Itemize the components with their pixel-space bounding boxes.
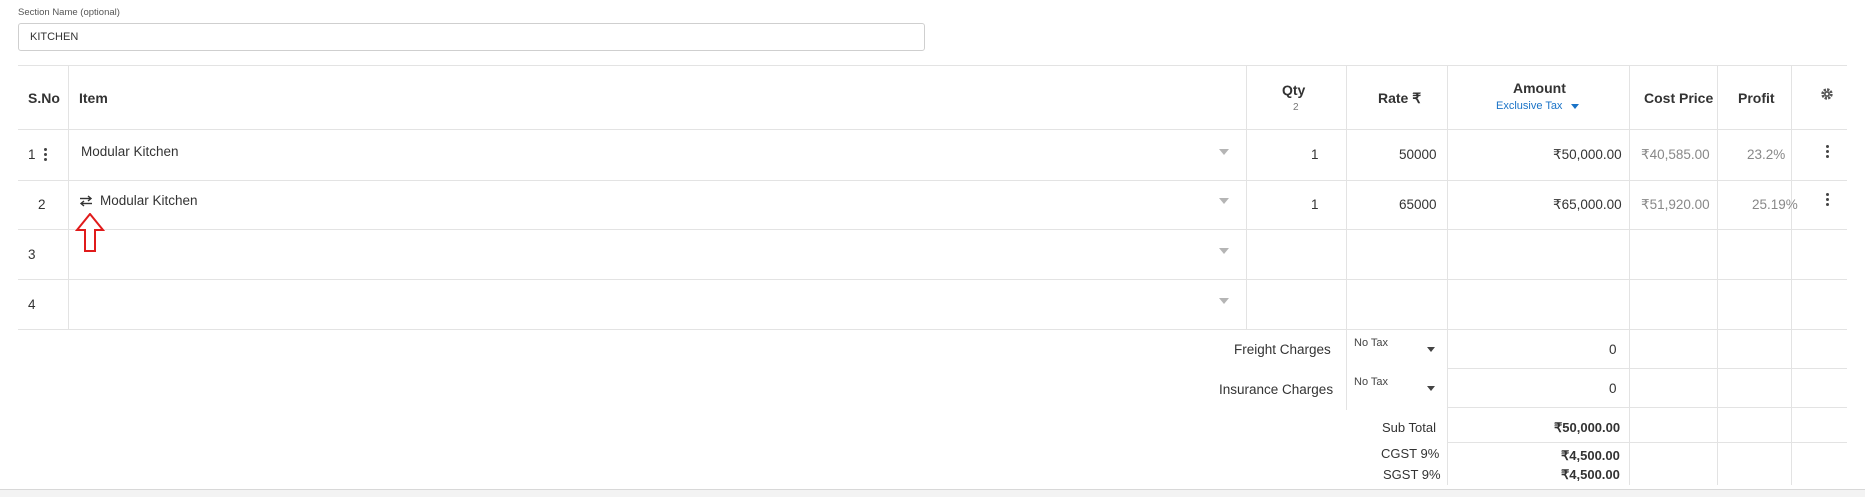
- row-1-item-chevron-down-icon[interactable]: [1219, 149, 1229, 155]
- row-2-item-chevron-down-icon[interactable]: [1219, 198, 1229, 204]
- section-name-label: Section Name (optional): [18, 7, 120, 18]
- insurance-tax-select[interactable]: No Tax: [1354, 376, 1388, 388]
- row-1-cost-price: ₹40,585.00: [1641, 147, 1710, 162]
- row-2-qty[interactable]: 1: [1311, 197, 1319, 212]
- header-profit: Profit: [1738, 90, 1775, 106]
- sgst-label: SGST 9%: [1383, 467, 1441, 482]
- row-2-menu-vertical-dots-icon[interactable]: [1826, 193, 1830, 208]
- tax-mode-label: Exclusive Tax: [1496, 100, 1563, 112]
- row-1-sno: 1: [28, 147, 36, 162]
- row-2-cost-price: ₹51,920.00: [1641, 197, 1710, 212]
- freight-tax-chevron-down-icon[interactable]: [1427, 347, 1435, 352]
- row-3-item-chevron-down-icon[interactable]: [1219, 248, 1229, 254]
- gear-icon[interactable]: [1820, 87, 1834, 101]
- freight-charges-value[interactable]: 0: [1609, 342, 1617, 357]
- row-1-amount: ₹50,000.00: [1553, 147, 1622, 162]
- up-arrow-annotation-icon: [74, 212, 106, 253]
- row-1-profit: 23.2%: [1747, 147, 1786, 162]
- vertical-dots-icon[interactable]: [44, 148, 48, 163]
- row-2-amount: ₹65,000.00: [1553, 197, 1622, 212]
- row-1-item-select[interactable]: Modular Kitchen: [81, 144, 179, 159]
- row-1-rate[interactable]: 50000: [1399, 147, 1437, 162]
- row-2-sno: 2: [38, 197, 46, 212]
- swap-arrows-icon[interactable]: [79, 194, 93, 207]
- row-3-sno: 3: [28, 247, 36, 262]
- header-sno: S.No: [28, 90, 60, 106]
- row-1-qty[interactable]: 1: [1311, 147, 1319, 162]
- subtotal-value: ₹50,000.00: [1554, 420, 1621, 435]
- tax-mode-chevron-down-icon: [1571, 104, 1579, 109]
- row-2-profit: 25.19%: [1752, 197, 1798, 212]
- header-amount: Amount: [1513, 80, 1566, 96]
- insurance-charges-value[interactable]: 0: [1609, 381, 1617, 396]
- cgst-value: ₹4,500.00: [1561, 448, 1620, 463]
- header-cost-price: Cost Price: [1644, 90, 1714, 106]
- insurance-charges-label: Insurance Charges: [1219, 382, 1334, 397]
- subtotal-label: Sub Total: [1382, 420, 1436, 435]
- header-rate: Rate ₹: [1378, 90, 1422, 106]
- header-qty-total: 2: [1293, 102, 1299, 113]
- freight-tax-select[interactable]: No Tax: [1354, 337, 1388, 349]
- insurance-tax-chevron-down-icon[interactable]: [1427, 386, 1435, 391]
- section-name-input[interactable]: [18, 23, 925, 51]
- sgst-value: ₹4,500.00: [1561, 467, 1620, 482]
- row-2-item-select[interactable]: Modular Kitchen: [100, 193, 198, 208]
- header-qty: Qty: [1282, 82, 1306, 98]
- freight-charges-label: Freight Charges: [1234, 342, 1331, 357]
- cgst-label: CGST 9%: [1381, 446, 1440, 461]
- row-4-sno: 4: [28, 297, 36, 312]
- header-item: Item: [79, 90, 108, 106]
- row-4-item-chevron-down-icon[interactable]: [1219, 298, 1229, 304]
- row-1-menu-vertical-dots-icon[interactable]: [1826, 145, 1830, 160]
- row-2-rate[interactable]: 65000: [1399, 197, 1437, 212]
- tax-mode-dropdown[interactable]: Exclusive Tax: [1496, 100, 1562, 112]
